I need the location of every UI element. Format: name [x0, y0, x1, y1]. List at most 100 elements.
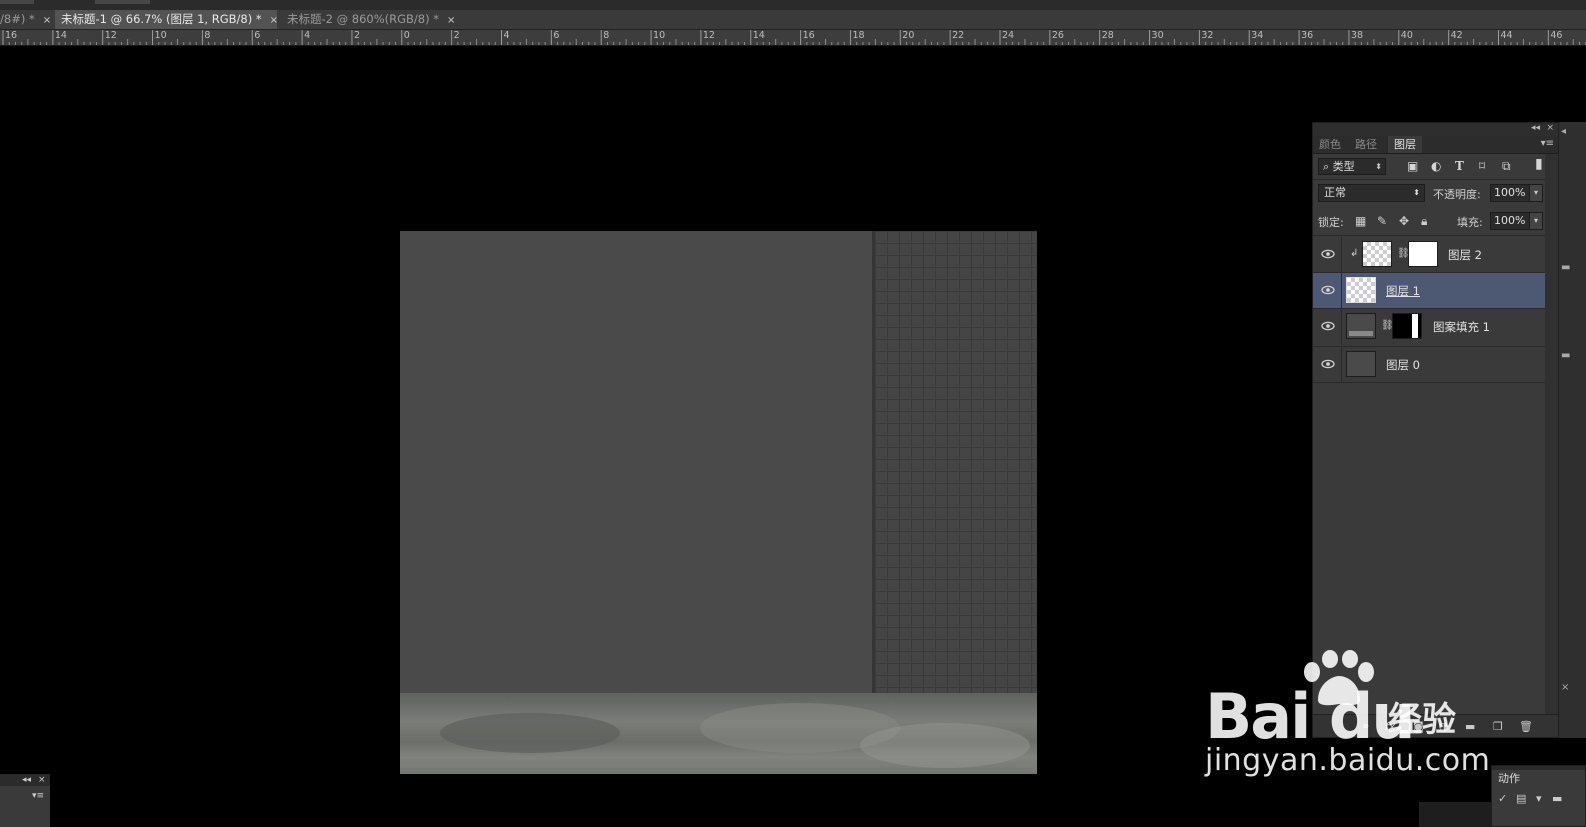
collapse-icon[interactable]: ◂◂: [1531, 123, 1540, 133]
pattern-swatch: [1349, 331, 1373, 336]
ruler-label: 4: [304, 30, 311, 41]
ruler-label: 22: [952, 30, 965, 41]
layer-name[interactable]: 图层 1: [1386, 283, 1420, 299]
ruler-label: 30: [1151, 30, 1164, 41]
action-row[interactable]: ✓ ▤ ▾ ▬: [1492, 790, 1585, 808]
clipping-arrow-icon: ↲: [1350, 248, 1359, 259]
chevron-down-icon[interactable]: ▾: [1529, 184, 1543, 202]
panel-header: ◂◂ ×: [1313, 123, 1558, 136]
ruler-label: 44: [1500, 30, 1513, 41]
fill-input[interactable]: 100%: [1490, 212, 1530, 230]
ruler-label: 32: [1201, 30, 1214, 41]
panel-header: ◂◂ ×: [0, 774, 50, 786]
ruler-label: 6: [254, 30, 261, 41]
ruler-label: 8: [204, 30, 211, 41]
tab-paths[interactable]: 路径: [1349, 136, 1383, 153]
lock-position-icon[interactable]: ✥: [1399, 215, 1409, 227]
chevron-down-icon[interactable]: ▾: [1529, 212, 1543, 230]
ruler-label: 46: [1550, 30, 1563, 41]
filter-toggle-icon[interactable]: ▮: [1535, 157, 1543, 171]
divider: [1341, 273, 1342, 309]
horizontal-ruler[interactable]: 16 14 12 10 8 6 4 2 0 2 4 6 8 10 12 14 16 18 20 22 24 26 28 30 3…: [0, 30, 1586, 46]
type-filter-icon[interactable]: T: [1455, 160, 1464, 172]
blend-mode-select[interactable]: 正常 ⬍: [1318, 184, 1425, 202]
top-menu-strip: [0, 0, 1586, 10]
ruler-label: 24: [1002, 30, 1015, 41]
eye-icon[interactable]: [1321, 319, 1335, 333]
panel-menu-icon[interactable]: ▾≡: [32, 791, 44, 801]
expand-triangle-icon[interactable]: ▾: [1536, 792, 1542, 805]
close-icon[interactable]: ×: [1561, 682, 1569, 693]
document-canvas[interactable]: [400, 231, 1037, 774]
ruler-label: 12: [702, 30, 715, 41]
ruler-label: 0: [403, 30, 410, 41]
chevron-updown-icon: ⬍: [1413, 188, 1420, 197]
lock-paint-icon[interactable]: ✎: [1377, 215, 1387, 227]
actions-panel: 动作 ✓ ▤ ▾ ▬: [1491, 765, 1586, 827]
layer-row[interactable]: ⛓︎ 图案填充 1: [1313, 309, 1545, 347]
close-icon[interactable]: ×: [38, 775, 46, 785]
close-icon[interactable]: ×: [1546, 123, 1554, 133]
floor-texture: [860, 723, 1030, 768]
adjustment-filter-icon[interactable]: ◐: [1431, 160, 1441, 172]
eye-icon[interactable]: [1321, 283, 1335, 297]
chevron-updown-icon: ⬍: [1375, 162, 1382, 171]
ruler-label: 2: [353, 30, 360, 41]
divider: [1341, 237, 1342, 273]
tab-title: 未标题-2 @ 860%(RGB/8) *: [287, 12, 440, 26]
folder-icon: ▬: [1552, 792, 1563, 805]
panel-scrollbar[interactable]: [1545, 154, 1558, 714]
watermark-brand-cn: 经验: [1388, 700, 1456, 740]
close-icon[interactable]: ×: [447, 11, 455, 30]
document-tab[interactable]: /8#) * ×: [0, 10, 57, 29]
ruler-label: 10: [653, 30, 666, 41]
layer-row-selected[interactable]: 图层 1: [1313, 273, 1545, 309]
opacity-input[interactable]: 100%: [1490, 184, 1530, 202]
status-area: [1419, 802, 1491, 827]
layer-mask-thumbnail[interactable]: [1392, 313, 1422, 339]
eye-icon[interactable]: [1321, 357, 1335, 371]
close-icon[interactable]: ×: [270, 11, 278, 30]
ruler-ticks: [2, 30, 1586, 45]
dialog-toggle-icon[interactable]: ▤: [1516, 792, 1526, 805]
collapse-icon[interactable]: ◂◂: [22, 775, 31, 785]
ruler-label: 20: [902, 30, 915, 41]
close-icon[interactable]: ×: [43, 11, 51, 30]
dock-mark: ◂: [1561, 126, 1567, 137]
filter-type-select[interactable]: ⌕ 类型 ⬍: [1318, 158, 1386, 175]
smart-object-filter-icon[interactable]: ⧉: [1502, 160, 1511, 172]
lock-fill-row: 锁定: ▦ ✎ ✥ 🔒︎ 填充: 100% ▾: [1313, 208, 1558, 236]
shape-filter-icon[interactable]: ⌑: [1479, 160, 1485, 172]
mask-white-area: [1412, 314, 1418, 338]
ruler-label: 38: [1350, 30, 1364, 41]
ruler-label: 8: [603, 30, 610, 41]
check-icon[interactable]: ✓: [1498, 792, 1507, 805]
layer-row[interactable]: ↲ ⛓︎ 图层 2: [1313, 237, 1545, 273]
ruler-label: 16: [802, 30, 815, 41]
trash-icon[interactable]: 🗑︎: [1519, 720, 1533, 733]
tab-layers[interactable]: 图层: [1388, 136, 1422, 153]
lock-all-icon[interactable]: 🔒︎: [1421, 215, 1427, 227]
floor-texture: [440, 713, 620, 753]
layer-name[interactable]: 图层 2: [1448, 247, 1482, 263]
document-tab[interactable]: 未标题-2 @ 860%(RGB/8) * ×: [281, 10, 461, 29]
ruler-label: 36: [1301, 30, 1314, 41]
eye-icon[interactable]: [1321, 247, 1335, 261]
collapsed-panel-left: ◂◂ × ▾≡: [0, 774, 50, 827]
layer-mask-thumbnail[interactable]: [1408, 241, 1438, 267]
ruler-label: 18: [852, 30, 865, 41]
layer-filter-row: ⌕ 类型 ⬍ ▣ ◐ T ⌑ ⧉ ▮: [1313, 154, 1558, 180]
lock-transparency-icon[interactable]: ▦: [1355, 215, 1366, 227]
layer-row[interactable]: 图层 0: [1313, 347, 1545, 383]
watermark-url: jingyan.baidu.com: [1205, 743, 1491, 778]
ruler-label: 14: [54, 30, 67, 41]
panel-menu-icon[interactable]: ▾≡: [1541, 138, 1554, 149]
ruler-label: 6: [553, 30, 560, 41]
layer-name[interactable]: 图层 0: [1386, 357, 1420, 373]
ruler-label: 2: [453, 30, 460, 41]
tab-title: 未标题-1 @ 66.7% (图层 1, RGB/8) *: [61, 12, 262, 26]
document-tab-active[interactable]: 未标题-1 @ 66.7% (图层 1, RGB/8) * ×: [55, 10, 278, 30]
layer-name[interactable]: 图案填充 1: [1433, 319, 1490, 335]
tab-color[interactable]: 颜色: [1313, 136, 1347, 153]
image-filter-icon[interactable]: ▣: [1407, 160, 1418, 172]
